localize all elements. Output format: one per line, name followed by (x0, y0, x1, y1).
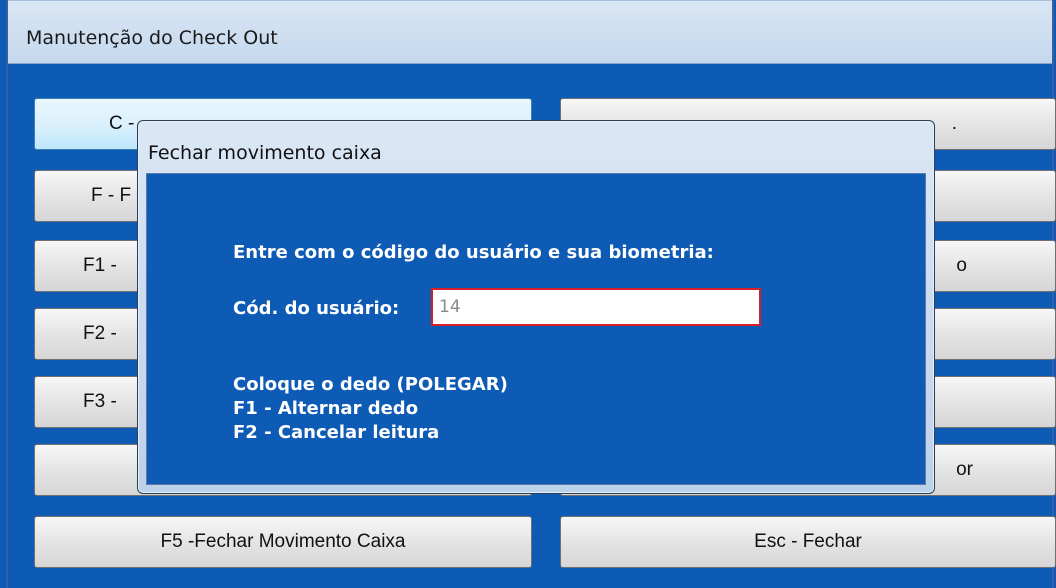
window-title: Manutenção do Check Out (26, 27, 278, 49)
window-titlebar: Manutenção do Check Out (8, 0, 1052, 64)
user-code-label: Cód. do usuário: (233, 298, 400, 319)
instruction-place-finger: Coloque o dedo (POLEGAR) (233, 374, 508, 395)
user-code-input[interactable] (431, 288, 761, 326)
dialog-body: Entre com o código do usuário e sua biom… (146, 173, 926, 485)
close-cash-movement-button[interactable]: F5 -Fechar Movimento Caixa (34, 516, 532, 568)
close-cash-dialog: Fechar movimento caixa Entre com o códig… (137, 120, 935, 494)
esc-close-button[interactable]: Esc - Fechar (560, 516, 1056, 568)
dialog-prompt: Entre com o código do usuário e sua biom… (233, 242, 714, 263)
dialog-title: Fechar movimento caixa (148, 142, 382, 164)
instruction-switch-finger: F1 - Alternar dedo (233, 398, 419, 419)
instruction-cancel-reading: F2 - Cancelar leitura (233, 422, 440, 443)
